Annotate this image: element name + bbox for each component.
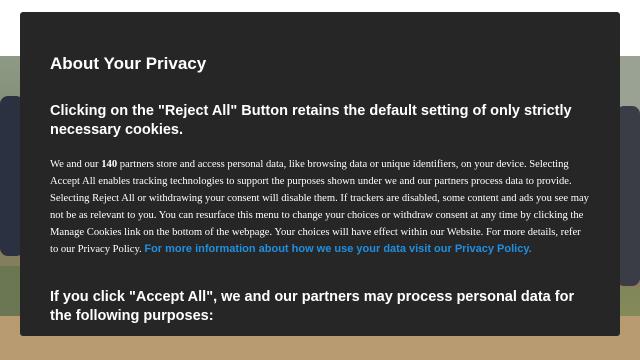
privacy-policy-link[interactable]: For more information about how we use yo…: [144, 243, 531, 255]
partner-count: 140: [101, 159, 118, 170]
accept-all-purposes-heading: If you click "Accept All", we and our pa…: [50, 289, 575, 324]
privacy-consent-dialog: About Your Privacy Clicking on the "Reje…: [20, 12, 620, 336]
description-text: partners store and access personal data,…: [50, 159, 589, 255]
privacy-description: We and our 140 partners store and access…: [50, 156, 590, 258]
description-prefix: We and our: [50, 159, 102, 170]
dialog-title: About Your Privacy: [50, 54, 207, 73]
reject-all-info-heading: Clicking on the "Reject All" Button reta…: [50, 103, 572, 138]
